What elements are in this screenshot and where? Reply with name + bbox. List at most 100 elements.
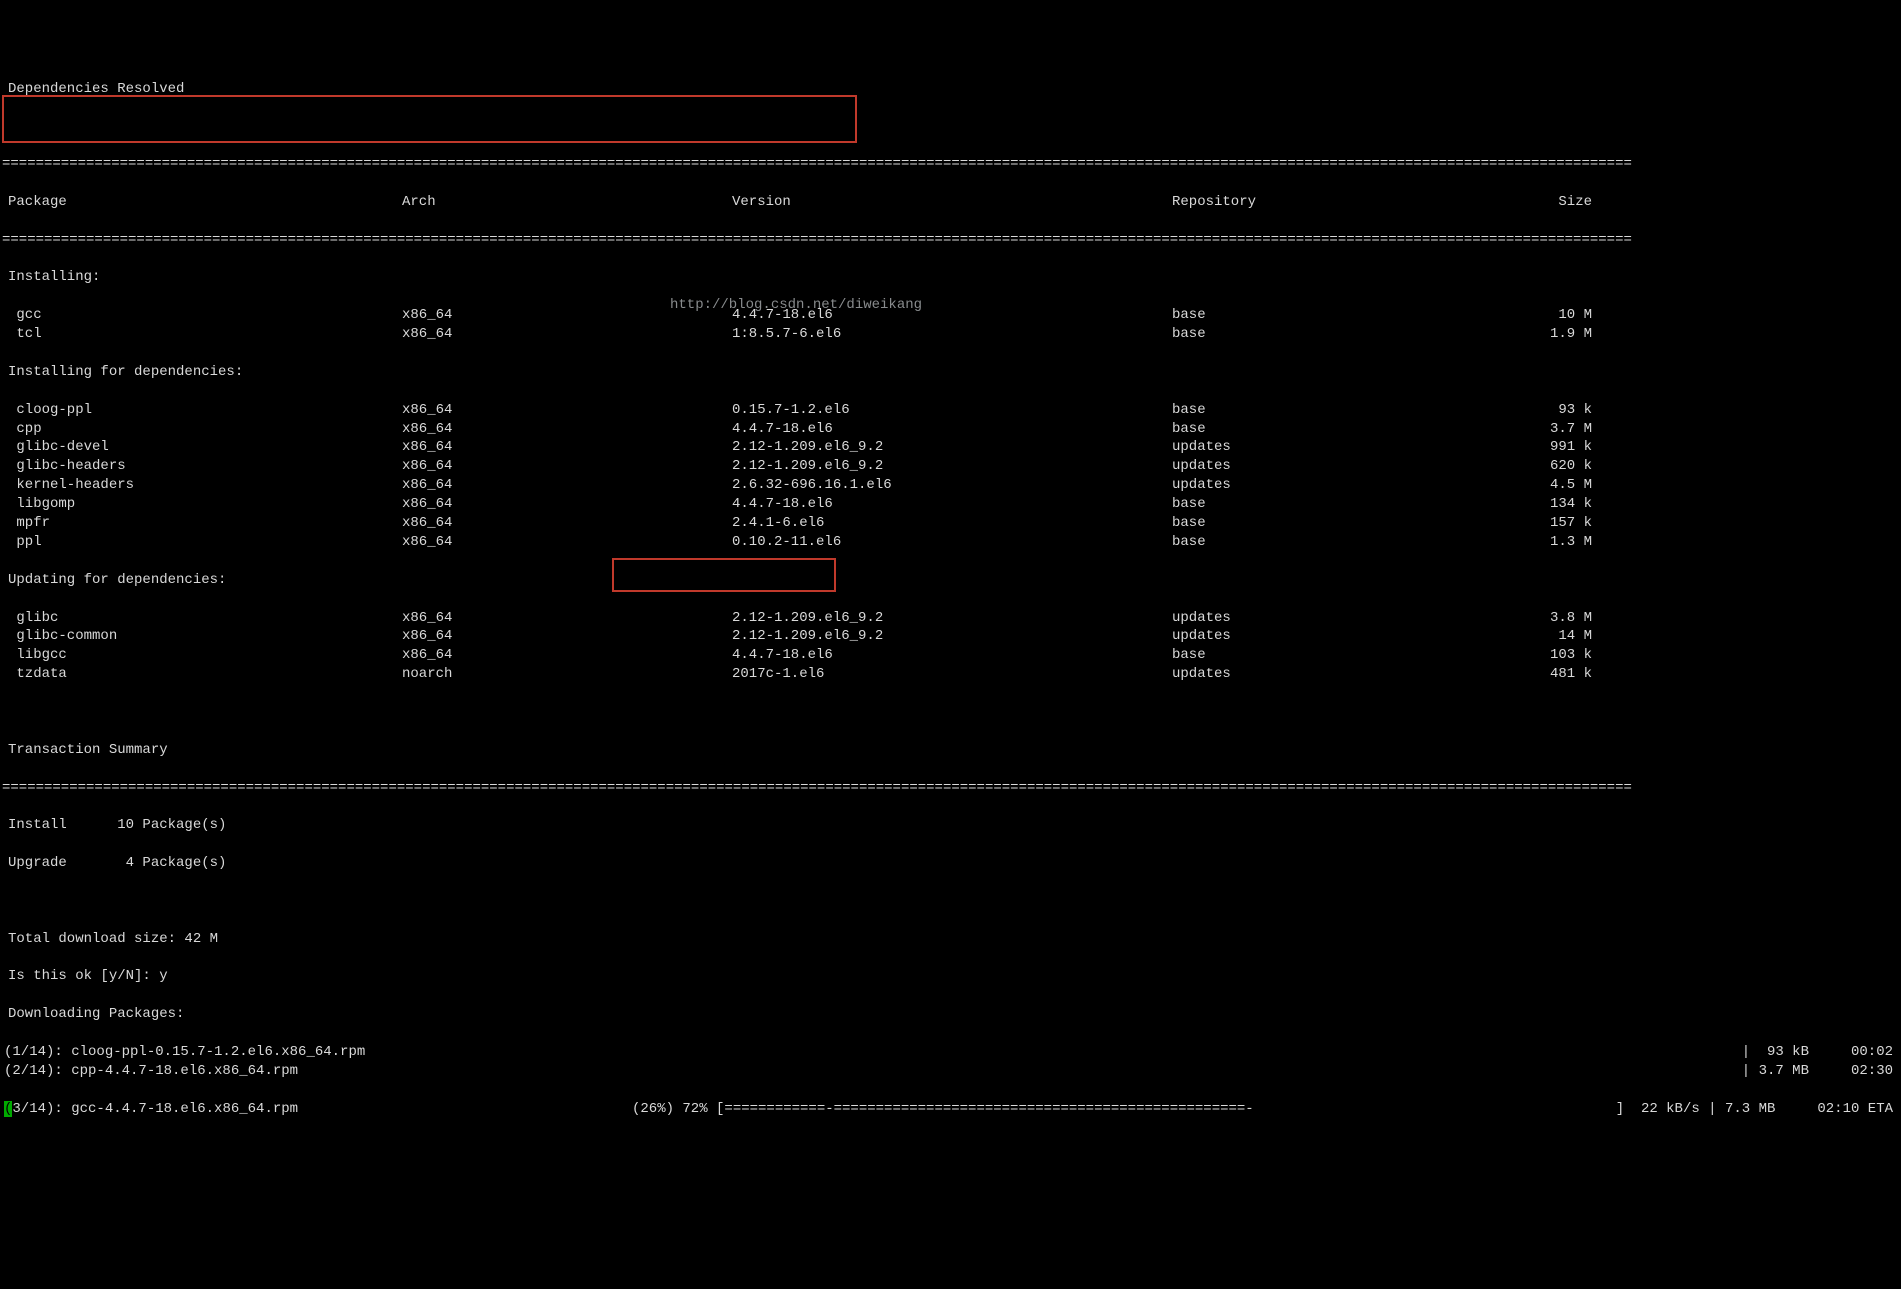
cell-repository: updates xyxy=(1172,609,1512,628)
cell-version: 2.12-1.209.el6_9.2 xyxy=(732,457,1172,476)
cell-package: mpfr xyxy=(2,514,402,533)
progress-prefix: ( xyxy=(4,1101,12,1117)
cell-arch: x86_64 xyxy=(402,495,732,514)
cell-repository: updates xyxy=(1172,457,1512,476)
package-row: gccx86_644.4.7-18.el6base10 M xyxy=(2,306,1899,325)
package-row: glibc-headersx86_642.12-1.209.el6_9.2upd… xyxy=(2,457,1899,476)
cell-size: 620 k xyxy=(1512,457,1592,476)
hdr-version: Version xyxy=(732,193,1172,212)
package-row: cloog-pplx86_640.15.7-1.2.el6base93 k xyxy=(2,401,1899,420)
cell-repository: updates xyxy=(1172,627,1512,646)
cell-package: glibc-common xyxy=(2,627,402,646)
package-row: libgccx86_644.4.7-18.el6base103 k xyxy=(2,646,1899,665)
downloading-label: Downloading Packages: xyxy=(2,1005,1899,1024)
cell-size: 93 k xyxy=(1512,401,1592,420)
package-row: kernel-headersx86_642.6.32-696.16.1.el6u… xyxy=(2,476,1899,495)
cell-arch: x86_64 xyxy=(402,609,732,628)
cell-version: 2.4.1-6.el6 xyxy=(732,514,1172,533)
cell-size: 991 k xyxy=(1512,438,1592,457)
cell-version: 2017c-1.el6 xyxy=(732,665,1172,684)
cell-repository: base xyxy=(1172,646,1512,665)
transaction-summary: Transaction Summary xyxy=(2,741,1899,760)
cell-arch: x86_64 xyxy=(402,420,732,439)
divider: ========================================… xyxy=(2,231,1899,250)
cell-repository: base xyxy=(1172,325,1512,344)
cell-repository: base xyxy=(1172,495,1512,514)
cell-arch: x86_64 xyxy=(402,476,732,495)
cell-package: cloog-ppl xyxy=(2,401,402,420)
package-row: glibc-commonx86_642.12-1.209.el6_9.2upda… xyxy=(2,627,1899,646)
cell-arch: x86_64 xyxy=(402,627,732,646)
download-stats: | 93 kB 00:02 xyxy=(1392,1043,1899,1062)
section-updating-deps: Updating for dependencies: xyxy=(2,571,1899,590)
cell-size: 134 k xyxy=(1512,495,1592,514)
package-row: libgompx86_644.4.7-18.el6base134 k xyxy=(2,495,1899,514)
cell-version: 2.12-1.209.el6_9.2 xyxy=(732,627,1172,646)
highlight-box-installing xyxy=(2,95,857,143)
download-row: (2/14): cpp-4.4.7-18.el6.x86_64.rpm| 3.7… xyxy=(2,1062,1899,1081)
cell-repository: base xyxy=(1172,533,1512,552)
cell-arch: x86_64 xyxy=(402,533,732,552)
confirm-prompt[interactable]: Is this ok [y/N]: y xyxy=(2,967,1899,986)
package-row: glibcx86_642.12-1.209.el6_9.2updates3.8 … xyxy=(2,609,1899,628)
cell-package: glibc-devel xyxy=(2,438,402,457)
cell-repository: base xyxy=(1172,401,1512,420)
package-row: mpfrx86_642.4.1-6.el6base157 k xyxy=(2,514,1899,533)
cell-size: 3.8 M xyxy=(1512,609,1592,628)
cell-repository: base xyxy=(1172,514,1512,533)
package-row: tzdatanoarch2017c-1.el6updates481 k xyxy=(2,665,1899,684)
summary-install: Install 10 Package(s) xyxy=(2,816,1899,835)
cell-package: kernel-headers xyxy=(2,476,402,495)
total-download: Total download size: 42 M xyxy=(2,930,1899,949)
cell-package: libgomp xyxy=(2,495,402,514)
section-installing-deps: Installing for dependencies: xyxy=(2,363,1899,382)
cell-size: 14 M xyxy=(1512,627,1592,646)
download-stats: | 3.7 MB 02:30 xyxy=(1392,1062,1899,1081)
hdr-size: Size xyxy=(1512,193,1592,212)
cell-repository: updates xyxy=(1172,476,1512,495)
download-row: (1/14): cloog-ppl-0.15.7-1.2.el6.x86_64.… xyxy=(2,1043,1899,1062)
cell-version: 2.12-1.209.el6_9.2 xyxy=(732,609,1172,628)
hdr-arch: Arch xyxy=(402,193,732,212)
cell-version: 2.6.32-696.16.1.el6 xyxy=(732,476,1172,495)
cell-arch: x86_64 xyxy=(402,457,732,476)
cell-package: tcl xyxy=(2,325,402,344)
download-name: (1/14): cloog-ppl-0.15.7-1.2.el6.x86_64.… xyxy=(2,1043,1392,1062)
cell-repository: updates xyxy=(1172,665,1512,684)
cell-version: 4.4.7-18.el6 xyxy=(732,420,1172,439)
cell-package: cpp xyxy=(2,420,402,439)
cell-version: 0.15.7-1.2.el6 xyxy=(732,401,1172,420)
divider: ========================================… xyxy=(2,779,1899,798)
cell-package: gcc xyxy=(2,306,402,325)
cell-package: tzdata xyxy=(2,665,402,684)
cell-size: 10 M xyxy=(1512,306,1592,325)
divider: ========================================… xyxy=(2,155,1899,174)
cell-size: 103 k xyxy=(1512,646,1592,665)
package-row: tclx86_641:8.5.7-6.el6base1.9 M xyxy=(2,325,1899,344)
cell-repository: base xyxy=(1172,306,1512,325)
cell-size: 4.5 M xyxy=(1512,476,1592,495)
package-row: pplx86_640.10.2-11.el6base1.3 M xyxy=(2,533,1899,552)
cell-size: 1.9 M xyxy=(1512,325,1592,344)
hdr-package: Package xyxy=(2,193,402,212)
cell-arch: x86_64 xyxy=(402,646,732,665)
package-row: cppx86_644.4.7-18.el6base3.7 M xyxy=(2,420,1899,439)
progress-bar: (26%) 72% [============-================… xyxy=(632,1100,1382,1119)
cell-version: 4.4.7-18.el6 xyxy=(732,495,1172,514)
summary-upgrade: Upgrade 4 Package(s) xyxy=(2,854,1899,873)
cell-repository: updates xyxy=(1172,438,1512,457)
cell-version: 1:8.5.7-6.el6 xyxy=(732,325,1172,344)
table-header: Package Arch Version Repository Size xyxy=(2,193,1899,212)
cell-arch: x86_64 xyxy=(402,325,732,344)
cell-repository: base xyxy=(1172,420,1512,439)
cell-package: libgcc xyxy=(2,646,402,665)
hdr-repository: Repository xyxy=(1172,193,1512,212)
cell-package: glibc xyxy=(2,609,402,628)
cell-package: glibc-headers xyxy=(2,457,402,476)
cell-size: 157 k xyxy=(1512,514,1592,533)
cell-version: 4.4.7-18.el6 xyxy=(732,646,1172,665)
title: Dependencies Resolved xyxy=(2,80,1899,99)
cell-size: 481 k xyxy=(1512,665,1592,684)
watermark: http://blog.csdn.net/diweikang xyxy=(670,296,922,315)
cell-arch: x86_64 xyxy=(402,514,732,533)
